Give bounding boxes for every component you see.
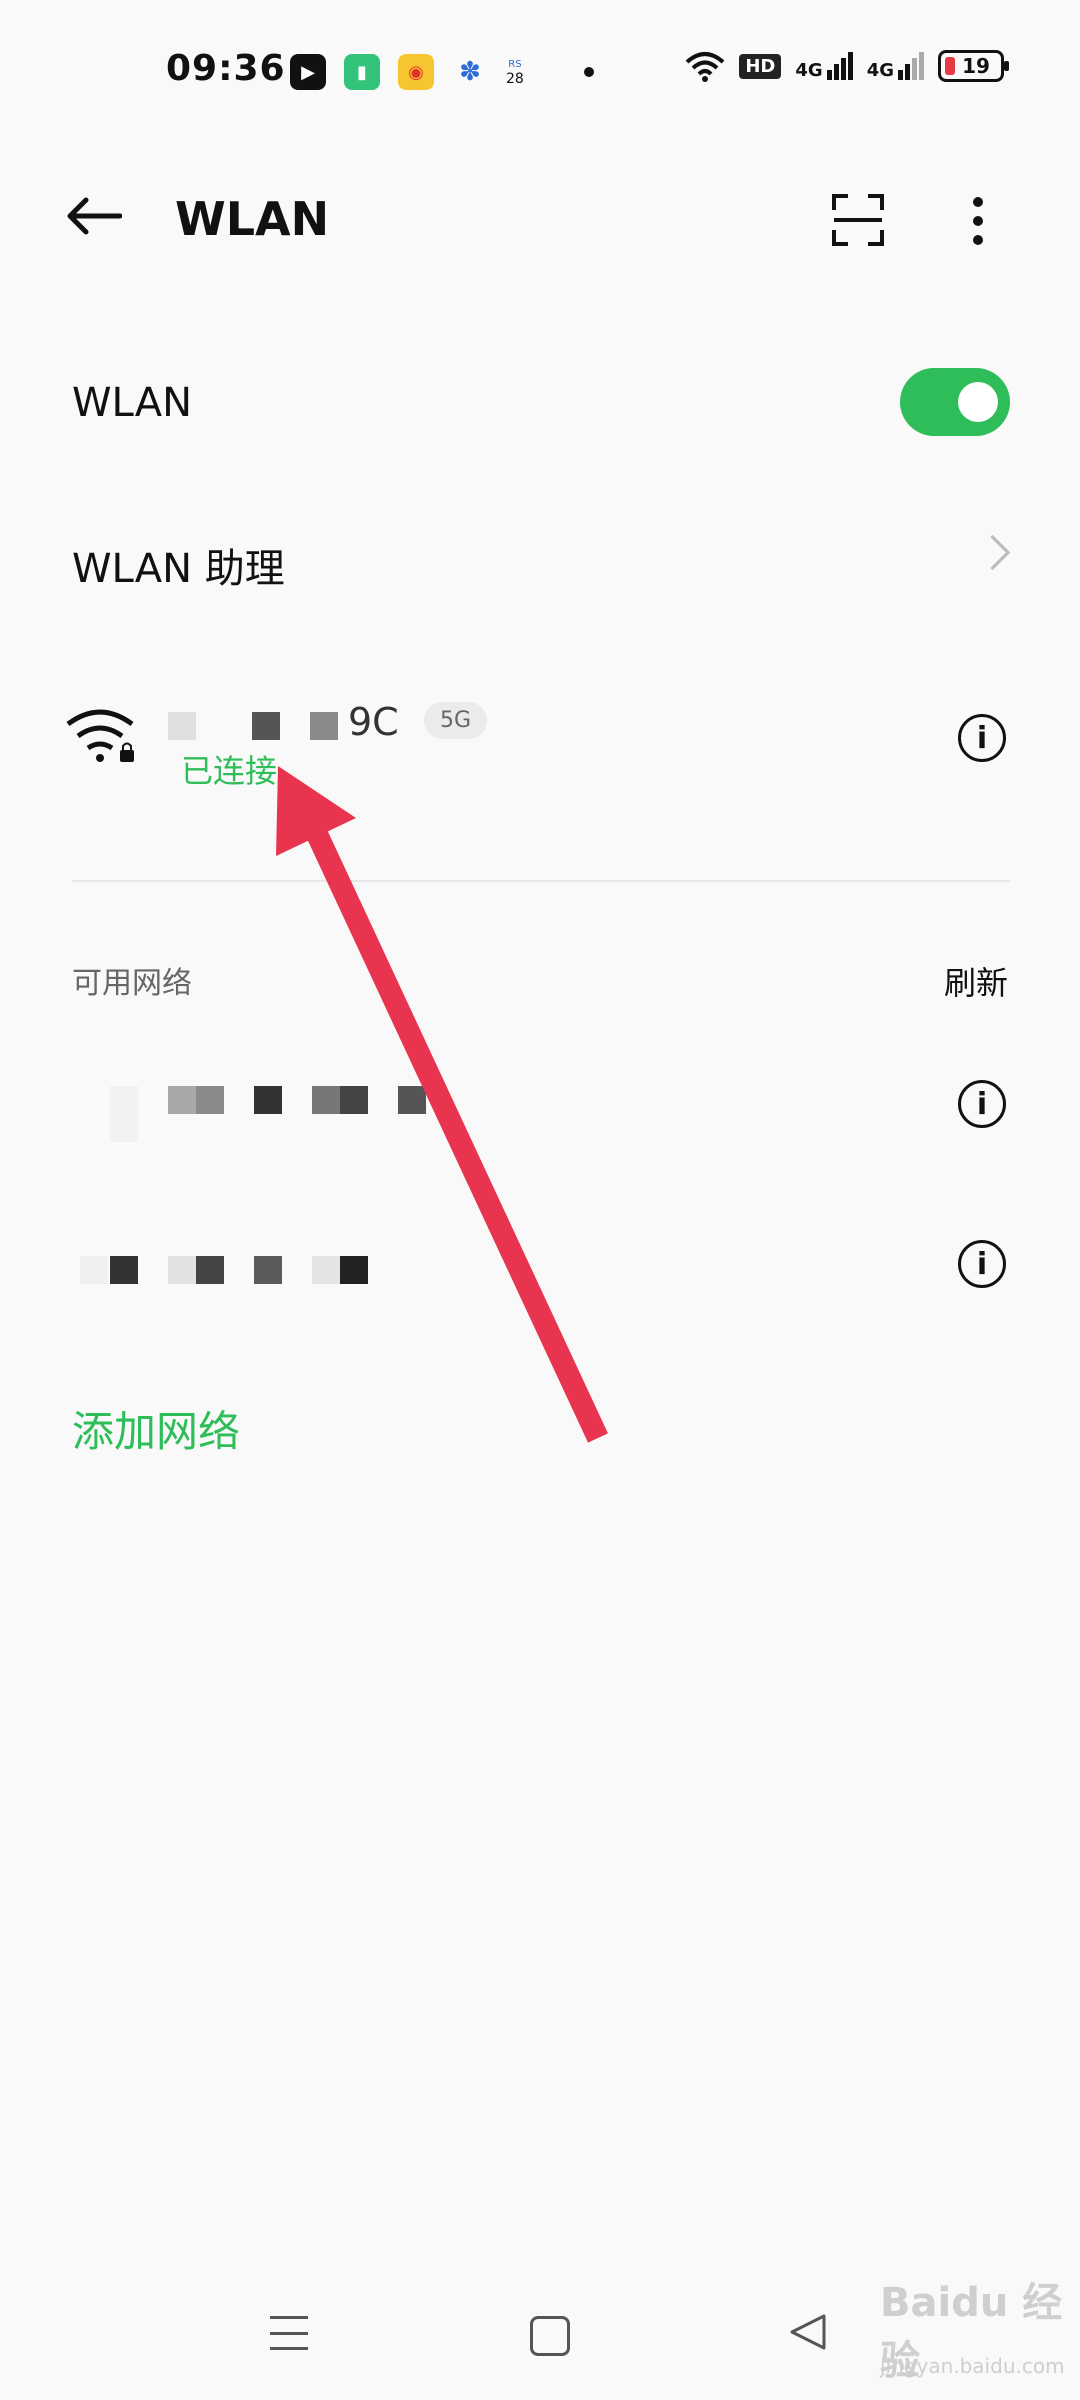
network-type-label: 4G [866, 60, 894, 81]
baidu-watermark-url: jingyan.baidu.com [880, 2354, 1065, 2378]
masked-pixel [340, 1256, 368, 1284]
add-network-button[interactable]: 添加网络 [72, 1398, 240, 1459]
back-arrow-icon[interactable] [66, 196, 122, 236]
calendar-icon-day: 28 [506, 71, 524, 87]
network-list-item[interactable] [72, 1080, 952, 1144]
app-notification-icon: ▶ [290, 54, 326, 90]
signal-bars-icon [898, 52, 924, 80]
page-title: WLAN [175, 192, 330, 246]
refresh-button[interactable]: 刷新 [944, 958, 1008, 1004]
masked-pixel [340, 1086, 368, 1114]
masked-pixel [110, 1086, 138, 1142]
wifi-locked-icon [66, 709, 134, 762]
more-options-icon[interactable] [970, 196, 986, 246]
masked-pixel [254, 1256, 282, 1284]
wlan-assistant-label[interactable]: WLAN 助理 [72, 536, 285, 594]
wlan-label: WLAN [72, 380, 193, 426]
connection-status: 已连接 [181, 752, 278, 790]
calendar-icon-top: RS [508, 59, 522, 70]
network-name-suffix: 9C [348, 700, 399, 744]
signal-4g-1: 4G [795, 52, 853, 81]
info-icon[interactable]: i [958, 714, 1006, 762]
signal-4g-2: 4G [867, 52, 924, 80]
battery-level: 19 [962, 54, 990, 78]
recent-apps-button[interactable] [270, 2316, 308, 2350]
masked-pixel [110, 1256, 138, 1284]
scan-qr-icon[interactable] [832, 194, 884, 246]
status-system-icons: HD 4G 4G 19 [685, 50, 1009, 82]
battery-fill [945, 57, 955, 75]
band-tag: 5G [424, 702, 488, 739]
calendar-icon: RS 28 [506, 58, 524, 86]
masked-pixel [80, 1256, 108, 1284]
masked-pixel [312, 1256, 340, 1284]
wifi-status-icon [686, 52, 725, 82]
masked-pixel [252, 712, 280, 740]
info-icon[interactable]: i [958, 1080, 1006, 1128]
status-time: 09:36 [166, 48, 286, 89]
notification-dot-icon [583, 67, 594, 77]
masked-pixel [168, 1256, 196, 1284]
nav-back-icon[interactable] [788, 2312, 828, 2352]
network-type-label: 4G [795, 60, 823, 81]
masked-pixel [312, 1086, 340, 1114]
info-icon[interactable]: i [958, 1240, 1006, 1288]
weibo-icon: ◉ [398, 54, 434, 90]
hd-voice-icon: HD [739, 53, 782, 79]
arrow-head [276, 766, 356, 856]
divider [72, 880, 1010, 882]
status-app-icons: ▶ ▮ ◉ ✽ RS 28 [290, 54, 594, 90]
masked-pixel [398, 1086, 426, 1114]
masked-pixel [168, 1086, 196, 1114]
wlan-toggle[interactable] [900, 368, 1010, 436]
home-button[interactable] [530, 2316, 570, 2356]
battery-app-icon: ▮ [344, 54, 380, 90]
toggle-knob [958, 382, 998, 422]
signal-bars-icon [826, 52, 853, 80]
masked-pixel [254, 1086, 282, 1114]
masked-pixel [168, 712, 196, 740]
network-list-item[interactable] [72, 1232, 952, 1296]
battery-icon: 19 [938, 50, 1009, 82]
masked-pixel [310, 712, 338, 740]
masked-pixel [196, 1086, 224, 1114]
baidu-paw-icon: ✽ [459, 57, 481, 87]
chevron-right-icon[interactable] [974, 534, 1011, 571]
masked-pixel [196, 1256, 224, 1284]
available-networks-title: 可用网络 [72, 966, 192, 1001]
